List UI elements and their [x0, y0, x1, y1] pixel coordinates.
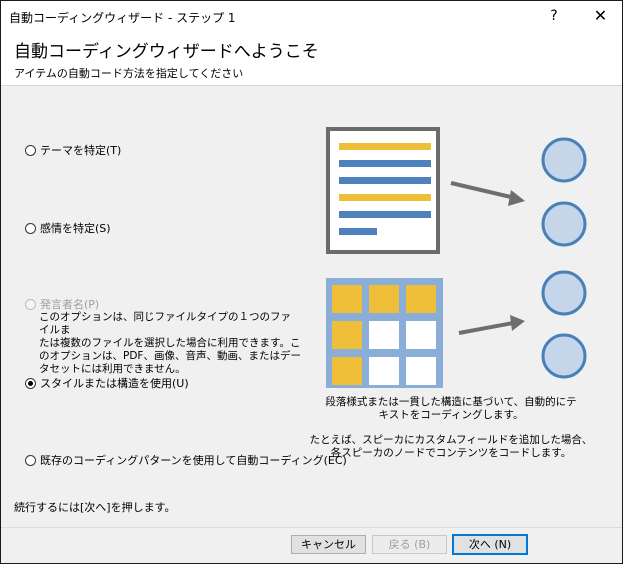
- node-circle-icon: [541, 201, 587, 247]
- node-circle-icon: [541, 270, 587, 316]
- back-button[interactable]: 戻る (B): [372, 535, 447, 554]
- next-button[interactable]: 次へ (N): [452, 534, 528, 555]
- continue-instruction: 続行するには[次へ]を押します。: [14, 501, 176, 514]
- table-illustration: [326, 278, 443, 388]
- page-subtitle: アイテムの自動コード方法を指定してください: [14, 67, 244, 80]
- description-line: 各スピーカのノードでコンテンツをコードします。: [330, 447, 572, 459]
- description-line: キストをコーディングします。: [378, 409, 524, 421]
- node-circle-icon: [541, 137, 587, 183]
- close-icon[interactable]: ✕: [579, 1, 622, 31]
- help-icon[interactable]: ?: [536, 1, 572, 31]
- description-line: たとえば、スピーカにカスタムフィールドを追加した場合、: [309, 434, 593, 446]
- document-illustration: [326, 127, 440, 254]
- page-title: 自動コーディングウィザードへようこそ: [14, 42, 319, 62]
- button-bar: キャンセル 戻る (B) 次へ (N): [1, 527, 622, 563]
- option-existing-pattern[interactable]: 既存のコーディングパターンを使用して自動コーディング(EC): [25, 452, 347, 468]
- node-circle-icon: [541, 333, 587, 379]
- arrow-icon: [458, 315, 525, 335]
- wizard-body: テーマを特定(T) 感情を特定(S) 発言者名(P) このオプションは、同じファ…: [1, 86, 622, 527]
- description-paragraph: 段落様式または一貫した構造に基づいて、自動的にテ キストをコーディングします。: [301, 396, 601, 422]
- wizard-window: 自動コーディングウィザード - ステップ 1 ? ✕ 自動コーディングウィザード…: [0, 0, 623, 564]
- cancel-button[interactable]: キャンセル: [291, 535, 366, 554]
- window-title: 自動コーディングウィザード - ステップ 1: [9, 11, 236, 25]
- wizard-header: 自動コーディングウィザードへようこそ アイテムの自動コード方法を指定してください: [1, 31, 622, 86]
- radio-existing-pattern[interactable]: [25, 454, 36, 466]
- title-bar: 自動コーディングウィザード - ステップ 1 ? ✕: [1, 1, 622, 31]
- autocode-illustration: [326, 127, 587, 388]
- description-line: 段落様式または一貫した構造に基づいて、自動的にテ: [325, 396, 577, 408]
- arrow-icon: [450, 181, 525, 206]
- description-example: たとえば、スピーカにカスタムフィールドを追加した場合、 各スピーカのノードでコン…: [301, 434, 601, 460]
